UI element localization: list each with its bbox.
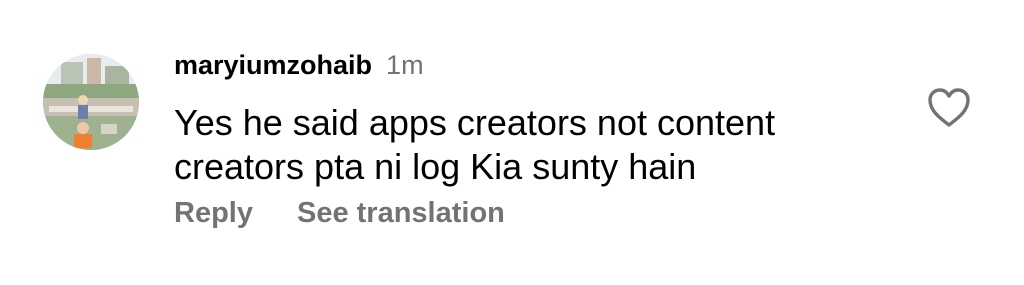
comment-text-line: Yes he said apps creators not content (174, 102, 776, 143)
comment-actions: Reply See translation (174, 197, 549, 230)
comment-item: maryiumzohaib 1m Yes he said apps creato… (0, 0, 1024, 285)
comment-meta: maryiumzohaib 1m (174, 50, 424, 86)
reply-button[interactable]: Reply (174, 197, 253, 230)
username[interactable]: maryiumzohaib (174, 50, 372, 81)
avatar[interactable] (43, 54, 139, 150)
like-button[interactable] (926, 86, 972, 130)
see-translation-button[interactable]: See translation (297, 197, 505, 230)
timestamp: 1m (386, 50, 424, 80)
heart-outline-icon (926, 86, 972, 130)
comment-text: Yes he said apps creators not content cr… (174, 101, 874, 189)
comment-text-line: creators pta ni log Kia sunty hain (174, 146, 697, 187)
